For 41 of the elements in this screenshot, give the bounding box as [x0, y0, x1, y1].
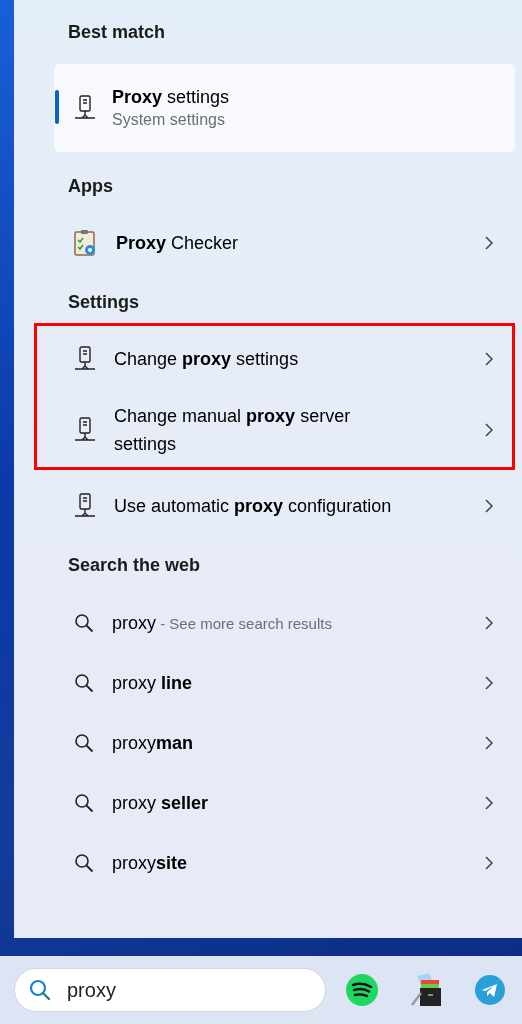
chevron-icon	[485, 736, 493, 750]
chevron-icon	[485, 352, 493, 366]
result-item[interactable]: proxysite	[54, 833, 515, 893]
server-icon	[74, 493, 96, 519]
result-item[interactable]: proxy seller	[54, 773, 515, 833]
chevron-icon	[485, 422, 493, 437]
best-match-card[interactable]: Proxy settings System settings	[54, 64, 515, 152]
chevron-icon	[485, 499, 493, 513]
result-item[interactable]: proxyman	[54, 713, 515, 773]
paper-plane-app-icon	[474, 974, 506, 1006]
chevron-icon	[485, 796, 493, 810]
selection-indicator	[55, 90, 59, 124]
search-icon	[74, 853, 94, 873]
server-icon	[74, 95, 96, 121]
server-icon	[74, 346, 96, 372]
server-icon	[74, 416, 96, 443]
result-item[interactable]: Proxy Checker	[54, 215, 515, 271]
chevron-icon	[485, 676, 493, 690]
result-item[interactable]: proxy line	[54, 653, 515, 713]
taskbar-app-button[interactable]	[408, 972, 444, 1008]
section-heading: Settings	[67, 291, 140, 314]
chevron-icon	[485, 856, 493, 870]
search-icon	[74, 613, 94, 633]
result-item[interactable]: Change manual proxy server settings	[57, 392, 512, 467]
section-heading: Search the web	[67, 554, 202, 577]
clipboard-icon	[74, 229, 98, 257]
result-item[interactable]: Change proxy settings	[57, 326, 512, 392]
music-app-icon	[345, 973, 379, 1007]
result-item[interactable]: Use automatic proxy configuration	[54, 476, 515, 536]
search-icon	[74, 733, 94, 753]
chevron-icon	[485, 616, 493, 630]
section-heading: Best match	[67, 21, 167, 44]
taskbar-app-button[interactable]	[344, 972, 380, 1008]
search-icon	[28, 978, 52, 1002]
result-item[interactable]: proxy - See more search results	[54, 593, 515, 653]
section-heading: Apps	[67, 175, 114, 198]
chevron-icon	[485, 236, 493, 250]
file-cabinet-icon	[409, 972, 443, 1008]
search-icon	[74, 673, 94, 693]
search-icon	[74, 793, 94, 813]
search-field[interactable]: proxy	[14, 968, 326, 1012]
